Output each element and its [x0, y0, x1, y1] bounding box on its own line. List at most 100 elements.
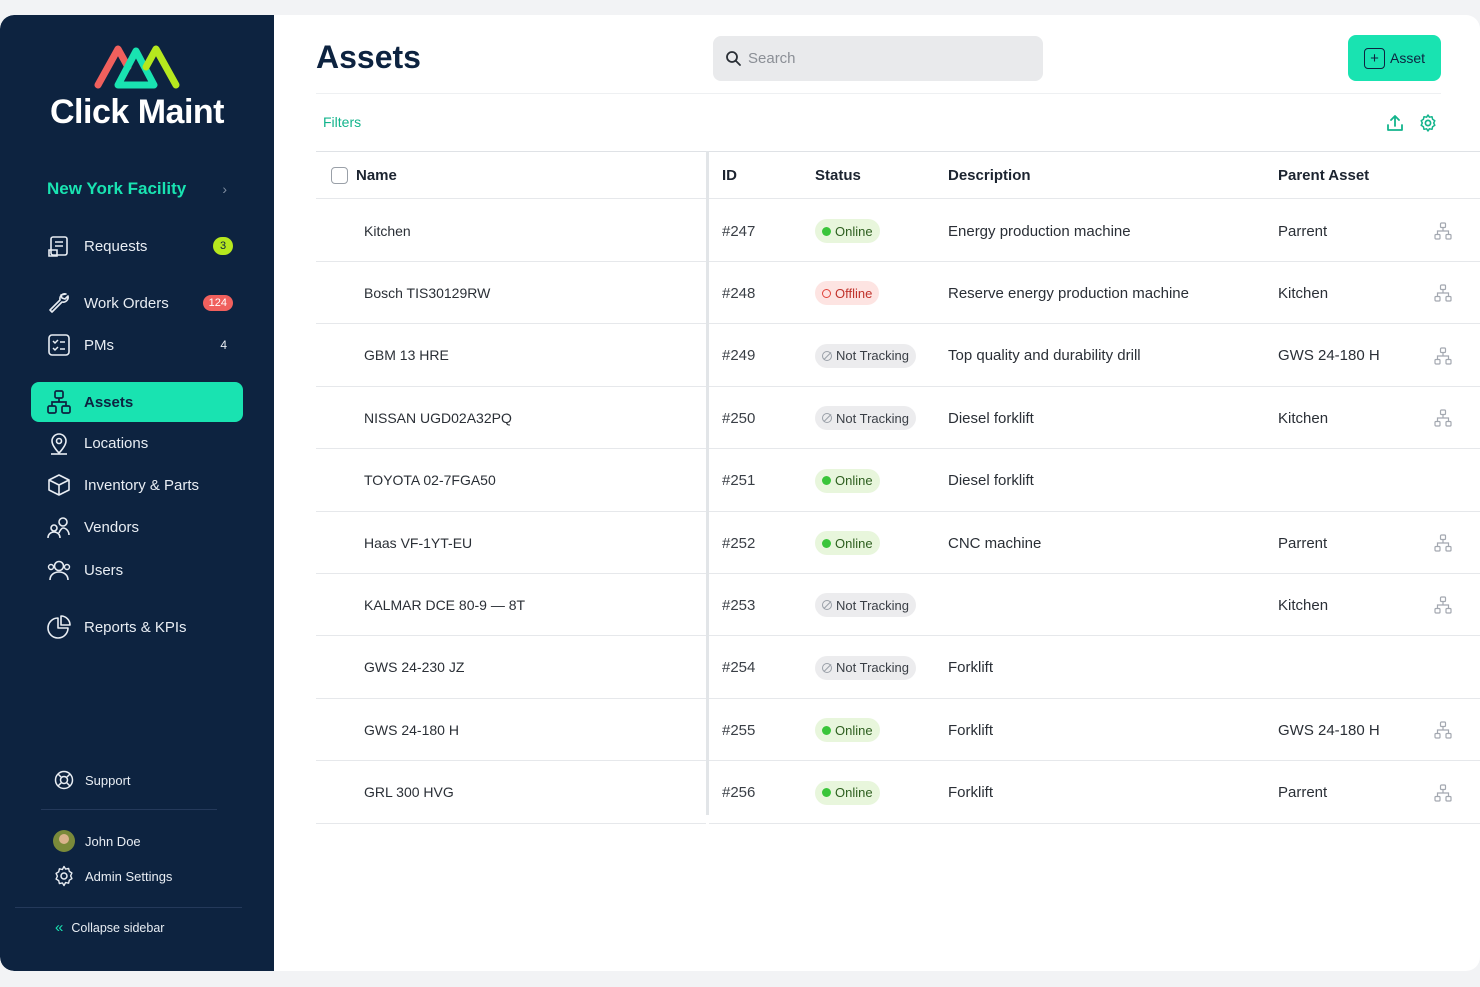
asset-name[interactable]: GWS 24-180 H: [316, 699, 706, 762]
column-header-name[interactable]: Name: [331, 152, 397, 199]
not-tracking-icon: [822, 662, 832, 673]
table-row[interactable]: GWS 24-180 H #255 Online Forklift GWS 24-180…: [316, 699, 1480, 762]
status-online-icon: [822, 226, 831, 236]
asset-name[interactable]: GBM 13 HRE: [316, 325, 706, 387]
status-cell: Not Tracking: [815, 574, 916, 636]
sidebar-item-label: Work Orders: [84, 294, 169, 312]
sidebar-item-users[interactable]: Users: [31, 550, 243, 590]
export-icon[interactable]: [1385, 113, 1405, 133]
hierarchy-icon[interactable]: [1434, 534, 1452, 552]
asset-name[interactable]: Bosch TIS30129RW: [316, 262, 706, 325]
hierarchy-icon[interactable]: [1434, 596, 1452, 614]
sidebar-item-pms[interactable]: PMs 4: [31, 325, 243, 365]
status-cell: Online: [815, 200, 880, 262]
sidebar-item-requests[interactable]: Requests 3: [31, 226, 243, 266]
column-header-status[interactable]: Status: [815, 152, 861, 199]
parent-asset[interactable]: Kitchen: [1278, 262, 1328, 324]
status-cell: Online: [815, 699, 880, 761]
sidebar-item-work-orders[interactable]: Work Orders 124: [31, 283, 243, 323]
status-online-icon: [822, 476, 831, 486]
status-cell: Online: [815, 450, 880, 512]
collapse-sidebar-button[interactable]: « Collapse sidebar: [55, 919, 164, 936]
hierarchy-icon[interactable]: [1434, 284, 1452, 302]
table-row[interactable]: KALMAR DCE 80-9 — 8T #253 Not Tracking Kitc…: [316, 574, 1480, 637]
asset-name[interactable]: NISSAN UGD02A32PQ: [316, 387, 706, 450]
admin-settings-link[interactable]: Admin Settings: [53, 865, 172, 887]
table-row[interactable]: TOYOTA 02-7FGA50 #251 Online Diesel forklif…: [316, 450, 1480, 512]
pie-chart-icon: [47, 615, 71, 639]
table-row[interactable]: GRL 300 HVG #256 Online Forklift Parrent: [316, 762, 1480, 824]
parent-asset[interactable]: Kitchen: [1278, 574, 1328, 636]
settings-gear-icon[interactable]: [1418, 113, 1438, 133]
column-header-parent-asset[interactable]: Parent Asset: [1278, 152, 1369, 199]
hierarchy-icon[interactable]: [1434, 347, 1452, 365]
sidebar-item-label: Requests: [84, 237, 148, 255]
table-row[interactable]: Kitchen #247 Online Energy production machi…: [316, 200, 1480, 262]
asset-name[interactable]: GRL 300 HVG: [316, 762, 706, 824]
sidebar-item-locations[interactable]: Locations: [31, 423, 243, 463]
status-badge: Not Tracking: [815, 343, 916, 368]
search-input[interactable]: [748, 50, 1028, 67]
hierarchy-icon[interactable]: [1434, 721, 1452, 739]
asset-id: #247: [722, 222, 756, 240]
status-badge: Offline: [815, 281, 880, 306]
sidebar-item-reports[interactable]: Reports & KPIs: [31, 607, 243, 647]
parent-asset[interactable]: Parrent: [1278, 200, 1327, 262]
add-asset-label: Asset: [1389, 50, 1425, 66]
column-name-label: Name: [356, 167, 397, 184]
sidebar-divider: [15, 907, 242, 908]
table-row[interactable]: Haas VF-1YT-EU #252 Online CNC machine Parre…: [316, 512, 1480, 574]
asset-name[interactable]: Kitchen: [316, 200, 706, 262]
lifebuoy-icon: [54, 770, 74, 790]
parent-asset[interactable]: GWS 24-180 H: [1278, 699, 1380, 761]
asset-description: Top quality and durability drill: [948, 347, 1141, 365]
asset-name[interactable]: Haas VF-1YT-EU: [316, 512, 706, 574]
logo-mark-icon: [94, 45, 180, 89]
status-cell: Offline: [815, 262, 880, 324]
column-header-id[interactable]: ID: [722, 152, 737, 199]
asset-description: Forklift: [948, 659, 993, 677]
parent-asset[interactable]: GWS 24-180 H: [1278, 325, 1380, 387]
column-header-description[interactable]: Description: [948, 152, 1031, 199]
asset-name[interactable]: TOYOTA 02-7FGA50: [316, 450, 706, 512]
gear-icon: [55, 865, 73, 887]
hierarchy-icon[interactable]: [1434, 222, 1452, 240]
status-label: Online: [835, 722, 873, 738]
search-box[interactable]: [713, 36, 1043, 81]
user-profile[interactable]: John Doe: [53, 830, 141, 852]
box-icon: [48, 474, 70, 496]
asset-id: #256: [722, 784, 756, 802]
add-asset-button[interactable]: + Asset: [1348, 35, 1441, 81]
sidebar-item-vendors[interactable]: Vendors: [31, 507, 243, 547]
status-label: Not Tracking: [836, 410, 909, 426]
asset-id: #249: [722, 347, 756, 365]
asset-id: #252: [722, 534, 756, 552]
table-header: Name ID Status Description Parent Asset: [316, 151, 1480, 199]
asset-id: #251: [722, 472, 756, 490]
asset-name[interactable]: GWS 24-230 JZ: [316, 637, 706, 699]
table-row[interactable]: Bosch TIS30129RW #248 Offline Reserve energ…: [316, 262, 1480, 325]
frozen-column-divider: [706, 151, 709, 815]
select-all-checkbox[interactable]: [331, 167, 348, 184]
support-link[interactable]: Support: [53, 769, 131, 791]
parent-asset[interactable]: Parrent: [1278, 762, 1327, 824]
asset-name[interactable]: KALMAR DCE 80-9 — 8T: [316, 574, 706, 637]
not-tracking-icon: [822, 350, 832, 361]
not-tracking-icon: [822, 600, 832, 611]
hierarchy-icon[interactable]: [1434, 409, 1452, 427]
table-row[interactable]: GWS 24-230 JZ #254 Not Tracking Forklift: [316, 637, 1480, 699]
parent-asset[interactable]: Kitchen: [1278, 387, 1328, 449]
sidebar-item-assets[interactable]: Assets: [31, 382, 243, 422]
filters-button[interactable]: Filters: [323, 114, 361, 130]
requests-count-badge: 3: [213, 237, 233, 255]
table-row[interactable]: GBM 13 HRE #249 Not Tracking Top quality an…: [316, 325, 1480, 387]
asset-description: Reserve energy production machine: [948, 284, 1189, 302]
table-row[interactable]: NISSAN UGD02A32PQ #250 Not Tracking Diesel …: [316, 387, 1480, 450]
facility-selector[interactable]: New York Facility ›: [47, 179, 227, 199]
parent-asset[interactable]: Parrent: [1278, 512, 1327, 574]
sidebar-item-inventory[interactable]: Inventory & Parts: [31, 465, 243, 505]
sidebar-item-label: Vendors: [84, 518, 140, 536]
sidebar-item-label: Users: [84, 561, 124, 579]
sidebar: Click Maint New York Facility › Requests…: [0, 15, 274, 971]
hierarchy-icon[interactable]: [1434, 783, 1452, 802]
